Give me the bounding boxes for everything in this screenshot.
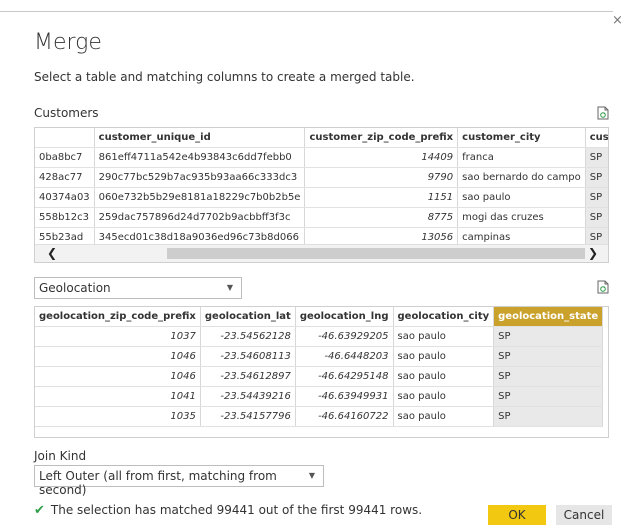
checkmark-icon: ✔ xyxy=(34,503,45,518)
table-cell: -23.54439216 xyxy=(200,386,296,407)
table-cell: -46.6448203 xyxy=(295,346,394,367)
table-cell: SP xyxy=(585,147,608,168)
chevron-down-icon: ▼ xyxy=(226,283,233,292)
table-cell: SP xyxy=(493,386,604,407)
table-cell: SP xyxy=(493,326,604,347)
table-row: 1035 -23.54157796 -46.64160722 sao paulo SP xyxy=(35,406,604,427)
table-row: 1046 -23.54608113 -46.6448203 sao paulo SP xyxy=(35,346,604,367)
join-kind-select[interactable]: Left Outer (all from first, matching fro… xyxy=(34,465,324,497)
column-header-selected[interactable]: geolocation_state xyxy=(493,307,604,327)
table-cell: 1046 xyxy=(35,366,201,387)
table-cell: sao paulo xyxy=(393,326,495,347)
table-cell: 1151 xyxy=(304,187,459,208)
table-cell: -23.54612897 xyxy=(200,366,296,387)
table-row: 1046 -23.54612897 -46.64295148 sao paulo SP xyxy=(35,366,604,387)
table-row: 40374a03 060e732b5b29e8181a18229c7b0b2b5e… xyxy=(35,187,608,208)
table-cell: 290c77bc529b7ac935b93aa66c333dc3 xyxy=(94,167,306,188)
join-kind-label: Join Kind xyxy=(34,449,87,463)
match-status-text: The selection has matched 99441 out of t… xyxy=(50,503,423,517)
table-row: 558b12c3 259dac757896d24d7702b9acbbff3f3c… xyxy=(35,207,608,228)
ok-button[interactable]: OK xyxy=(488,505,546,525)
table-cell: 14409 xyxy=(304,147,459,168)
table-cell: sao paulo xyxy=(393,366,495,387)
geolocation-table: geolocation_zip_code_prefix geolocation_l… xyxy=(35,307,604,427)
table-cell: -23.54157796 xyxy=(200,406,296,427)
table-cell: 8775 xyxy=(304,207,459,228)
chevron-down-icon: ▼ xyxy=(308,471,315,480)
table-cell: -23.54562128 xyxy=(200,326,296,347)
table-cell: 060e732b5b29e8181a18229c7b0b2b5e xyxy=(94,187,306,208)
table-cell: 558b12c3 xyxy=(35,207,95,228)
table-cell: sao paulo xyxy=(457,187,586,208)
table-cell: 861eff4711a542e4b93843c6dd7febb0 xyxy=(94,147,306,168)
table-cell: -46.63929205 xyxy=(295,326,394,347)
customers-table: customer_unique_id customer_zip_code_pref… xyxy=(35,128,608,248)
first-table-preview[interactable]: customer_unique_id customer_zip_code_pref… xyxy=(34,127,609,263)
column-header[interactable]: geolocation_lng xyxy=(295,307,394,327)
column-header[interactable]: customer_zip_code_prefix xyxy=(304,128,459,148)
table-cell: mogi das cruzes xyxy=(457,207,586,228)
table-cell: 1037 xyxy=(35,326,201,347)
column-header[interactable]: customer_state xyxy=(585,128,608,148)
scroll-left-icon[interactable]: ❮ xyxy=(47,245,57,262)
table-cell: 9790 xyxy=(304,167,459,188)
dialog-title: Merge xyxy=(34,30,102,55)
horizontal-scrollbar[interactable]: ❮ ❯ xyxy=(35,244,608,262)
refresh-file-icon[interactable] xyxy=(597,106,609,120)
column-header[interactable]: customer_city xyxy=(457,128,586,148)
table-cell: 259dac757896d24d7702b9acbbff3f3c xyxy=(94,207,306,228)
dialog-subtitle: Select a table and matching columns to c… xyxy=(34,70,415,84)
column-header[interactable]: geolocation_city xyxy=(393,307,495,327)
table-row: 0ba8bc7 861eff4711a542e4b93843c6dd7febb0 1… xyxy=(35,147,608,168)
column-header[interactable]: geolocation_lat xyxy=(200,307,296,327)
table-cell: 1035 xyxy=(35,406,201,427)
table-cell: 1046 xyxy=(35,346,201,367)
join-kind-value: Left Outer (all from first, matching fro… xyxy=(39,469,277,497)
second-table-preview[interactable]: geolocation_zip_code_prefix geolocation_l… xyxy=(34,306,609,438)
close-icon[interactable]: × xyxy=(612,14,622,27)
column-header[interactable] xyxy=(35,128,95,148)
table-cell: -23.54608113 xyxy=(200,346,296,367)
table-cell: SP xyxy=(493,366,604,387)
scrollbar-thumb[interactable] xyxy=(167,248,585,259)
table-cell: SP xyxy=(585,207,608,228)
table-cell: sao bernardo do campo xyxy=(457,167,586,188)
table-cell: 428ac77 xyxy=(35,167,95,188)
table-cell: -46.64295148 xyxy=(295,366,394,387)
table-cell: sao paulo xyxy=(393,386,495,407)
table-row: 1037 -23.54562128 -46.63929205 sao paulo SP xyxy=(35,326,604,347)
second-table-select[interactable]: Geolocation ▼ xyxy=(34,277,242,299)
table-cell: SP xyxy=(585,167,608,188)
table-cell: sao paulo xyxy=(393,406,495,427)
first-table-label: Customers xyxy=(34,106,99,120)
column-header[interactable]: customer_unique_id xyxy=(94,128,306,148)
scroll-right-icon[interactable]: ❯ xyxy=(588,245,598,262)
table-cell: SP xyxy=(493,346,604,367)
column-header[interactable]: geolocation_zip_code_prefix xyxy=(35,307,201,327)
table-cell: sao paulo xyxy=(393,346,495,367)
table-cell: 40374a03 xyxy=(35,187,95,208)
table-cell: franca xyxy=(457,147,586,168)
table-row: 428ac77 290c77bc529b7ac935b93aa66c333dc3 9… xyxy=(35,167,608,188)
second-table-select-value: Geolocation xyxy=(39,281,111,295)
refresh-file-icon[interactable] xyxy=(597,280,609,294)
table-cell: 0ba8bc7 xyxy=(35,147,95,168)
cancel-button[interactable]: Cancel xyxy=(556,505,612,525)
table-row: 1041 -23.54439216 -46.63949931 sao paulo SP xyxy=(35,386,604,407)
table-cell: SP xyxy=(493,406,604,427)
match-status: ✔ The selection has matched 99441 out of … xyxy=(34,503,422,518)
table-cell: SP xyxy=(585,187,608,208)
top-divider xyxy=(0,11,613,12)
table-cell: -46.64160722 xyxy=(295,406,394,427)
table-cell: -46.63949931 xyxy=(295,386,394,407)
table-cell: 1041 xyxy=(35,386,201,407)
